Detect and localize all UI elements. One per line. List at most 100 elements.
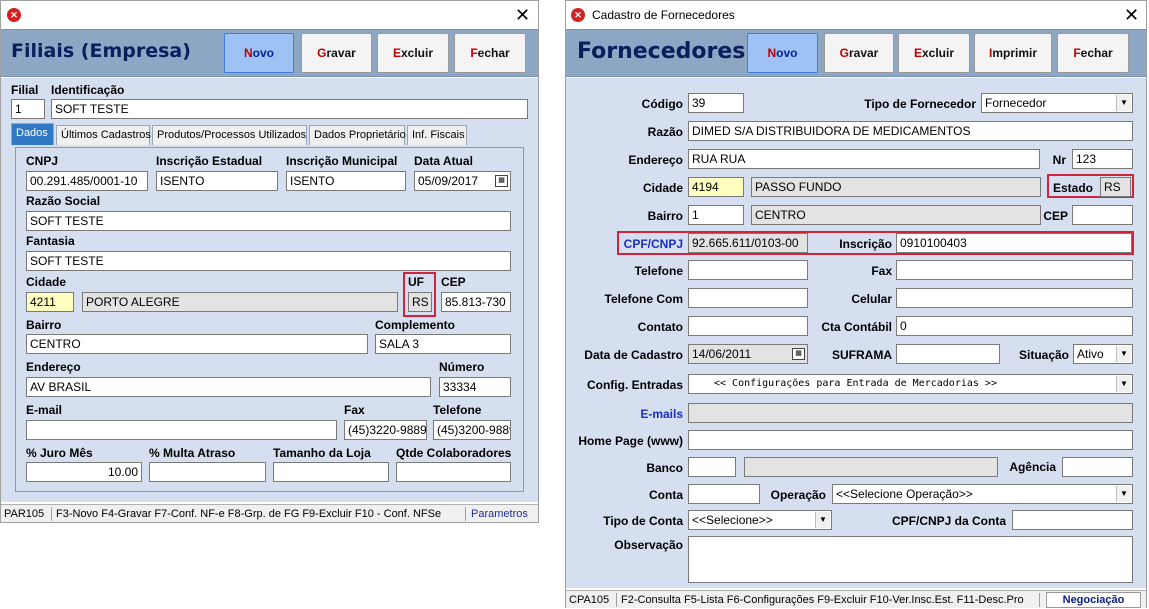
multa-input[interactable] bbox=[149, 462, 266, 482]
uf-highlight bbox=[403, 272, 436, 317]
fantasia-input[interactable]: SOFT TESTE bbox=[26, 251, 511, 271]
telefone-label: Telefone bbox=[634, 264, 683, 278]
calendar-icon[interactable]: ▦ bbox=[495, 175, 508, 187]
telefone-input[interactable] bbox=[688, 260, 808, 280]
operacao-select[interactable]: <<Selecione Operação>> ▼ bbox=[832, 484, 1133, 504]
observacao-textarea[interactable] bbox=[688, 536, 1133, 583]
cidade-label: Cidade bbox=[642, 181, 683, 195]
close-icon[interactable]: ✕ bbox=[515, 6, 530, 24]
chevron-down-icon[interactable]: ▼ bbox=[1116, 95, 1131, 111]
status-divider bbox=[616, 593, 617, 607]
novo-button[interactable]: Novo bbox=[224, 33, 294, 73]
email-input[interactable] bbox=[26, 420, 337, 440]
cep-input[interactable] bbox=[1072, 205, 1133, 225]
data-atual-input[interactable]: 05/09/2017 ▦ bbox=[414, 171, 511, 191]
complemento-input[interactable]: SALA 3 bbox=[375, 334, 511, 354]
cta-contabil-input[interactable]: 0 bbox=[896, 316, 1133, 336]
telefone-com-input[interactable] bbox=[688, 288, 808, 308]
status-divider bbox=[465, 507, 466, 521]
cpf-cnpj-conta-input[interactable] bbox=[1012, 510, 1133, 530]
tab-produtos-processos[interactable]: Produtos/Processos Utilizados bbox=[152, 125, 307, 145]
app-logo-icon: ✕ bbox=[7, 8, 21, 22]
im-input[interactable]: ISENTO bbox=[286, 171, 406, 191]
cnpj-input[interactable]: 00.291.485/0001-10 bbox=[26, 171, 148, 191]
tipo-conta-select[interactable]: <<Selecione>> ▼ bbox=[688, 510, 832, 530]
tab-inf-fiscais[interactable]: Inf. Fiscais bbox=[407, 125, 467, 145]
negociacao-link[interactable]: Negociação bbox=[1046, 592, 1141, 608]
nr-label: Nr bbox=[1052, 153, 1066, 167]
emails-input[interactable] bbox=[688, 403, 1133, 423]
situacao-value: Ativo bbox=[1077, 347, 1104, 361]
contato-label: Contato bbox=[637, 320, 683, 334]
fechar-button[interactable]: Fechar bbox=[1057, 33, 1129, 73]
tab-dados[interactable]: Dados bbox=[11, 123, 54, 145]
fax-label: Fax bbox=[344, 403, 365, 417]
cpf-cnpj-input[interactable]: 92.665.611/0103-00 bbox=[688, 233, 808, 253]
excluir-button[interactable]: Excluir bbox=[898, 33, 970, 73]
imprimir-button[interactable]: Imprimir bbox=[974, 33, 1052, 73]
cidade-nome-input: PORTO ALEGRE bbox=[82, 292, 398, 312]
razao-input[interactable]: DIMED S/A DISTRIBUIDORA DE MEDICAMENTOS bbox=[688, 121, 1133, 141]
home-page-input[interactable] bbox=[688, 430, 1133, 450]
endereco-input[interactable]: AV BRASIL bbox=[26, 377, 431, 397]
banco-codigo-input[interactable] bbox=[688, 457, 736, 477]
emails-label: E-mails bbox=[640, 407, 683, 421]
inscricao-input[interactable]: 0910100403 bbox=[896, 233, 1132, 253]
close-icon[interactable]: ✕ bbox=[1124, 6, 1139, 24]
suframa-input[interactable] bbox=[896, 344, 1000, 364]
title-bar: ✕ Cadastro de Fornecedores ✕ bbox=[566, 1, 1146, 29]
razao-input[interactable]: SOFT TESTE bbox=[26, 211, 511, 231]
cidade-codigo-input[interactable]: 4211 bbox=[26, 292, 74, 312]
numero-input[interactable]: 33334 bbox=[439, 377, 511, 397]
ie-input[interactable]: ISENTO bbox=[156, 171, 278, 191]
data-cadastro-input[interactable]: 14/06/2011 ▦ bbox=[688, 344, 808, 364]
bairro-codigo-input[interactable]: 1 bbox=[688, 205, 744, 225]
endereco-input[interactable]: RUA RUA bbox=[688, 149, 1040, 169]
operacao-label: Operação bbox=[770, 488, 826, 502]
bairro-label: Bairro bbox=[647, 209, 683, 223]
config-entradas-select[interactable]: << Configurações para Entrada de Mercado… bbox=[688, 374, 1133, 394]
contato-input[interactable] bbox=[688, 316, 808, 336]
filial-input[interactable]: 1 bbox=[11, 99, 45, 119]
parametros-link[interactable]: Parametros bbox=[471, 505, 528, 523]
ie-label: Inscrição Estadual bbox=[156, 154, 263, 168]
data-atual-label: Data Atual bbox=[414, 154, 473, 168]
tab-dados-proprietario[interactable]: Dados Proprietário bbox=[309, 125, 406, 145]
chevron-down-icon[interactable]: ▼ bbox=[815, 512, 830, 528]
endereco-label: Endereço bbox=[628, 153, 683, 167]
qtde-colaboradores-input[interactable] bbox=[396, 462, 511, 482]
bairro-input[interactable]: CENTRO bbox=[26, 334, 368, 354]
chevron-down-icon[interactable]: ▼ bbox=[1116, 486, 1131, 502]
situacao-select[interactable]: Ativo ▼ bbox=[1073, 344, 1133, 364]
tipo-fornecedor-select[interactable]: Fornecedor ▼ bbox=[981, 93, 1133, 113]
fax-input[interactable]: (45)3220-9889 bbox=[344, 420, 427, 440]
telefone-input[interactable]: (45)3200-9889 bbox=[433, 420, 511, 440]
agencia-input[interactable] bbox=[1062, 457, 1133, 477]
chevron-down-icon[interactable]: ▼ bbox=[1116, 346, 1131, 362]
fechar-button[interactable]: Fechar bbox=[454, 33, 526, 73]
cep-input[interactable]: 85.813-730 bbox=[441, 292, 511, 312]
situacao-label: Situação bbox=[1018, 348, 1069, 362]
nr-input[interactable]: 123 bbox=[1072, 149, 1133, 169]
gravar-button[interactable]: Gravar bbox=[301, 33, 372, 73]
header-bar: Fornecedores Novo Gravar Excluir Imprimi… bbox=[566, 29, 1146, 77]
gravar-button[interactable]: Gravar bbox=[824, 33, 894, 73]
status-shortcuts: F3-Novo F4-Gravar F7-Conf. NF-e F8-Grp. … bbox=[56, 508, 442, 520]
data-cadastro-value: 14/06/2011 bbox=[692, 347, 752, 361]
numero-label: Número bbox=[439, 360, 485, 374]
page-title: Fornecedores bbox=[577, 39, 746, 64]
chevron-down-icon[interactable]: ▼ bbox=[1116, 376, 1131, 392]
codigo-input[interactable]: 39 bbox=[688, 93, 744, 113]
tab-ultimos-cadastros[interactable]: Últimos Cadastros bbox=[56, 125, 151, 145]
tamanho-loja-input[interactable] bbox=[273, 462, 389, 482]
juro-input[interactable]: 10.00 bbox=[26, 462, 142, 482]
celular-input[interactable] bbox=[896, 288, 1133, 308]
identificacao-input[interactable]: SOFT TESTE bbox=[51, 99, 528, 119]
fax-input[interactable] bbox=[896, 260, 1133, 280]
cidade-codigo-input[interactable]: 4194 bbox=[688, 177, 744, 197]
calendar-icon[interactable]: ▦ bbox=[792, 348, 805, 360]
novo-button[interactable]: Novo bbox=[747, 33, 818, 73]
excluir-button[interactable]: Excluir bbox=[377, 33, 449, 73]
estado-input[interactable]: RS bbox=[1100, 177, 1131, 197]
conta-input[interactable] bbox=[688, 484, 760, 504]
